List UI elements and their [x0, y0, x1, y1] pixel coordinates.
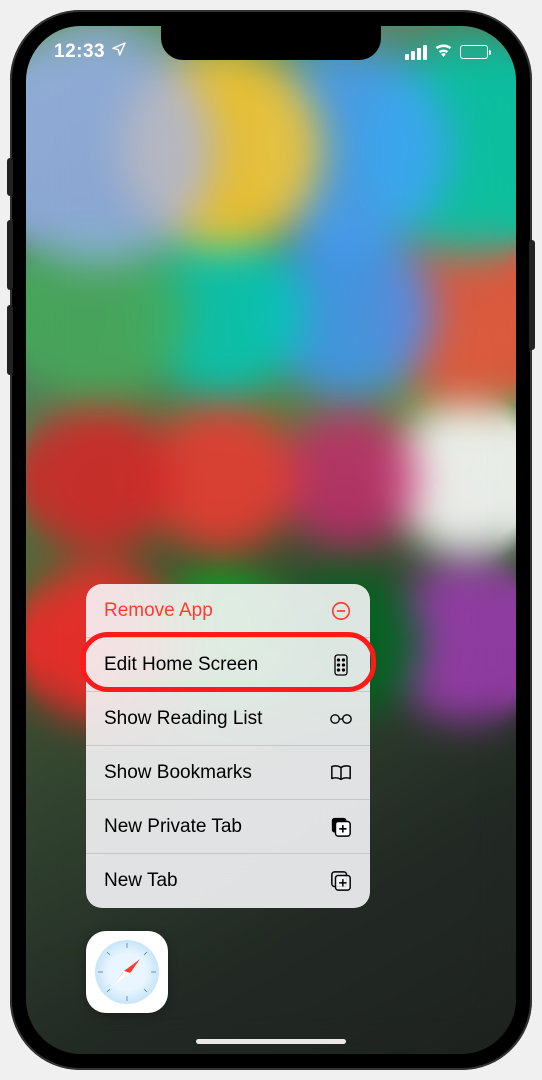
- menu-item-label: Edit Home Screen: [104, 654, 258, 676]
- safari-compass-icon: [95, 940, 159, 1004]
- location-icon: [111, 41, 127, 63]
- remove-circle-icon: [330, 600, 352, 622]
- menu-item-label: Show Bookmarks: [104, 762, 252, 784]
- mute-switch: [7, 158, 13, 196]
- plus-square-fill-icon: [330, 816, 352, 838]
- plus-square-icon: [330, 870, 352, 892]
- menu-item-show-bookmarks[interactable]: Show Bookmarks: [86, 746, 370, 800]
- menu-item-label: Show Reading List: [104, 708, 262, 730]
- menu-item-show-reading-list[interactable]: Show Reading List: [86, 692, 370, 746]
- menu-item-edit-home-screen[interactable]: Edit Home Screen: [86, 638, 370, 692]
- menu-item-label: New Private Tab: [104, 816, 242, 838]
- menu-item-remove-app[interactable]: Remove App: [86, 584, 370, 638]
- status-time: 12:33: [54, 41, 105, 63]
- menu-item-label: New Tab: [104, 870, 178, 892]
- book-icon: [330, 762, 352, 784]
- home-indicator[interactable]: [196, 1039, 346, 1044]
- glasses-icon: [330, 708, 352, 730]
- app-icon-safari[interactable]: [86, 931, 168, 1013]
- battery-icon: [460, 45, 488, 59]
- notch: [161, 26, 381, 60]
- menu-item-new-private-tab[interactable]: New Private Tab: [86, 800, 370, 854]
- volume-down-button: [7, 305, 13, 375]
- apps-icon: [330, 654, 352, 676]
- context-menu: Remove App Edit Home Screen: [86, 584, 370, 908]
- cellular-signal-icon: [405, 45, 427, 60]
- home-screen[interactable]: 12:33: [26, 26, 516, 1054]
- side-button: [529, 240, 535, 350]
- volume-up-button: [7, 220, 13, 290]
- menu-item-new-tab[interactable]: New Tab: [86, 854, 370, 908]
- menu-item-label: Remove App: [104, 600, 213, 622]
- phone-frame: 12:33: [10, 10, 532, 1070]
- wifi-icon: [434, 43, 453, 62]
